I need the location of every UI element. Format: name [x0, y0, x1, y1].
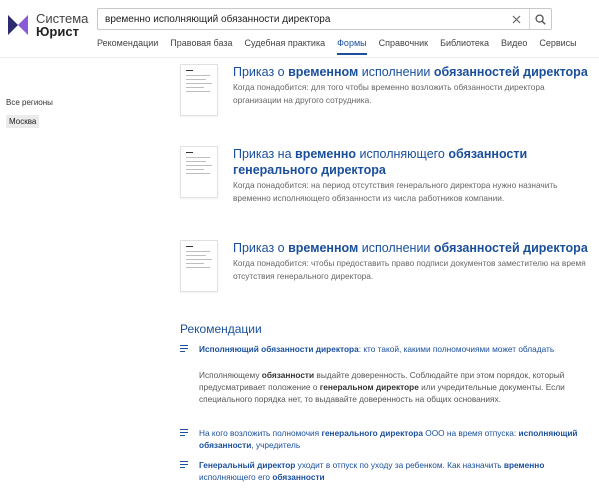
main-nav: Рекомендации Правовая база Судебная прак…: [97, 37, 589, 55]
search-box: [97, 8, 552, 30]
document-title[interactable]: Приказ на временно исполняющего обязанно…: [233, 146, 588, 178]
header: Система Юрист Рекомендации Правовая база…: [0, 0, 599, 58]
logo-line2: Юрист: [36, 24, 79, 39]
recommendation-snippet: Исполняющему обязанности выдайте доверен…: [199, 370, 565, 404]
document-description: Когда понадобится: на период отсутствия …: [233, 180, 558, 203]
clear-search-button[interactable]: [507, 9, 525, 29]
article-icon: [180, 345, 188, 354]
nav-item-reference[interactable]: Справочник: [379, 37, 429, 55]
recommendation-link[interactable]: Исполняющий обязанности директора: кто т…: [199, 343, 584, 355]
region-moscow[interactable]: Москва: [6, 115, 40, 128]
document-description: Когда понадобится: чтобы предоставить пр…: [233, 258, 586, 281]
region-all[interactable]: Все регионы: [6, 98, 53, 107]
logo-mark-icon: [8, 15, 28, 35]
document-thumbnail[interactable]: [180, 240, 218, 292]
search-input[interactable]: [98, 9, 507, 29]
article-icon: [180, 429, 188, 438]
document-title[interactable]: Приказ о временном исполнении обязанност…: [233, 240, 588, 256]
nav-item-legal-base[interactable]: Правовая база: [170, 37, 232, 55]
nav-item-services[interactable]: Сервисы: [539, 37, 576, 55]
logo-text: Система Юрист: [36, 12, 88, 38]
nav-item-video[interactable]: Видео: [501, 37, 527, 55]
recommendations-heading: Рекомендации: [180, 322, 262, 336]
close-icon: [512, 15, 520, 23]
recommendation-link[interactable]: На кого возложить полномочия генеральног…: [199, 427, 584, 451]
recommendation-link[interactable]: Генеральный директор уходит в отпуск по …: [199, 459, 584, 483]
search-icon: [535, 13, 546, 25]
nav-item-library[interactable]: Библиотека: [440, 37, 489, 55]
nav-item-forms[interactable]: Формы: [337, 37, 367, 55]
nav-item-court-practice[interactable]: Судебная практика: [245, 37, 326, 55]
document-thumbnail[interactable]: [180, 64, 218, 116]
document-title[interactable]: Приказ о временном исполнении обязанност…: [233, 64, 588, 80]
document-description: Когда понадобится: для того чтобы времен…: [233, 82, 545, 105]
region-filter: Все регионы Москва: [6, 98, 53, 129]
article-icon: [180, 461, 188, 470]
search-button[interactable]: [529, 9, 551, 29]
document-thumbnail[interactable]: [180, 146, 218, 198]
logo[interactable]: Система Юрист: [6, 12, 88, 38]
nav-item-recommendations[interactable]: Рекомендации: [97, 37, 158, 55]
